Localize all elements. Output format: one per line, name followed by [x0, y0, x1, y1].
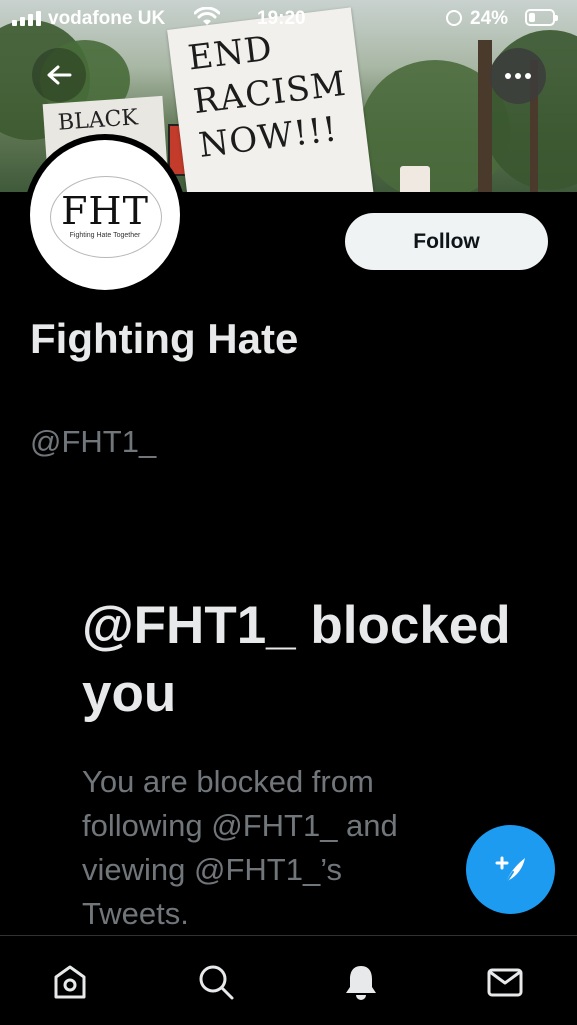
signal-icon	[12, 10, 41, 26]
compose-tweet-button[interactable]	[466, 825, 555, 914]
arrow-left-icon	[47, 65, 72, 85]
more-options-button[interactable]	[490, 48, 546, 104]
wifi-icon	[194, 7, 220, 25]
blocked-description: You are blocked from following @FHT1_ an…	[82, 764, 398, 931]
bell-icon	[346, 966, 376, 1000]
blocked-title: @FHT1_ blocked you	[82, 596, 511, 723]
avatar[interactable]: FHT Fighting Hate Together	[24, 134, 186, 296]
compose-tweet-icon	[495, 856, 525, 885]
back-button[interactable]	[32, 48, 86, 102]
protest-sign-text: END RACISM NOW!!!	[185, 28, 349, 166]
bottom-tab-bar	[0, 935, 577, 1025]
more-icon	[505, 73, 531, 79]
tab-home[interactable]	[50, 962, 90, 1002]
alarm-icon	[446, 10, 462, 26]
status-bar: vodafone UK 19:20 24%	[0, 0, 577, 36]
home-icon	[54, 965, 86, 999]
display-name: Fighting Hate	[30, 315, 299, 362]
protest-sign-small	[400, 166, 430, 192]
avatar-ring	[50, 176, 162, 258]
battery-icon	[525, 9, 558, 26]
mail-icon	[487, 968, 523, 997]
carrier-name: vodafone UK	[48, 8, 166, 29]
battery-percentage: 24%	[470, 8, 509, 29]
tab-search[interactable]	[196, 962, 236, 1002]
tab-notifications[interactable]	[341, 962, 381, 1002]
search-icon	[199, 965, 234, 1000]
clock-time: 19:20	[257, 8, 306, 29]
tab-messages[interactable]	[485, 962, 525, 1002]
follow-button[interactable]: Follow	[345, 213, 548, 270]
user-handle: @FHT1_	[30, 424, 157, 459]
avatar-image: FHT Fighting Hate Together	[30, 140, 180, 290]
